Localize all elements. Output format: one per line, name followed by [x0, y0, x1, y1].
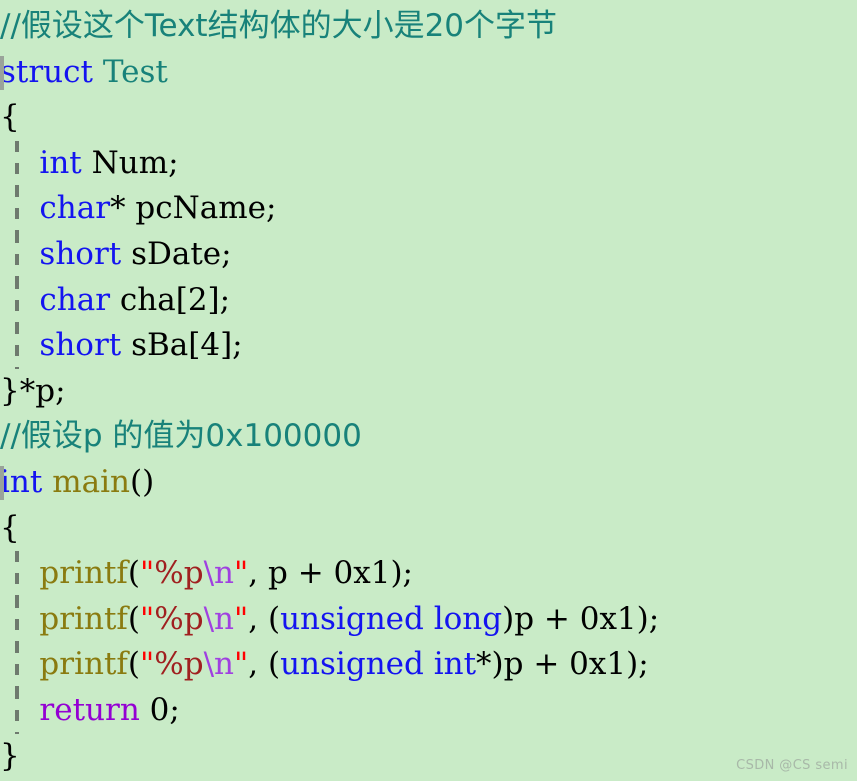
- code-token: {: [0, 99, 20, 136]
- code-token: ": [140, 600, 155, 637]
- code-line[interactable]: char* pcName;: [0, 186, 857, 232]
- code-token: printf: [39, 646, 128, 683]
- code-token: , (: [248, 600, 281, 637]
- code-token: short: [39, 235, 122, 272]
- code-token: short: [39, 327, 122, 364]
- code-token: unsigned long: [280, 600, 503, 637]
- code-line[interactable]: int Num;: [0, 140, 857, 187]
- code-fold-bar-icon[interactable]: [0, 465, 4, 500]
- code-token: (: [127, 646, 141, 683]
- code-token: struct: [0, 53, 93, 90]
- code-line[interactable]: printf("%p\n", (unsigned int*)p + 0x1);: [0, 642, 857, 688]
- code-line[interactable]: {: [0, 506, 857, 552]
- code-token: char: [39, 281, 111, 318]
- code-token: sDate;: [121, 235, 232, 272]
- code-line[interactable]: {: [0, 95, 857, 141]
- code-token: %p: [154, 600, 204, 637]
- code-token: //假设p 的值为0x100000: [0, 418, 362, 455]
- code-token: , (: [248, 646, 281, 683]
- code-line[interactable]: return 0;: [0, 687, 857, 734]
- code-token: )p + 0x1);: [502, 600, 660, 637]
- code-token: int: [0, 463, 43, 500]
- code-token: \n: [203, 600, 235, 637]
- code-line[interactable]: int main(): [0, 460, 857, 506]
- code-token: (): [129, 463, 155, 500]
- code-listing[interactable]: //假设这个Text结构体的大小是20个字节 struct Test{ int N…: [0, 0, 857, 781]
- code-token: \n: [203, 555, 235, 592]
- code-token: return: [39, 691, 140, 728]
- code-line[interactable]: }*p;: [0, 369, 857, 415]
- indent-guide-icon: [15, 231, 19, 278]
- code-line[interactable]: }: [0, 734, 857, 780]
- code-token: }: [0, 737, 20, 774]
- indent-guide-icon: [15, 687, 19, 734]
- code-line[interactable]: short sDate;: [0, 231, 857, 278]
- code-token: unsigned int: [280, 646, 477, 683]
- code-line[interactable]: printf("%p\n", p + 0x1);: [0, 551, 857, 597]
- code-token: (: [127, 600, 141, 637]
- code-line[interactable]: //假设这个Text结构体的大小是20个字节: [0, 4, 857, 50]
- code-token: ": [234, 555, 249, 592]
- code-token: (: [127, 555, 141, 592]
- code-token: {: [0, 509, 20, 546]
- code-token: Test: [102, 53, 168, 90]
- code-token: char: [39, 190, 111, 227]
- code-token: cha[2];: [110, 281, 231, 318]
- code-token: ": [234, 646, 249, 683]
- indent-guide-icon: [15, 642, 19, 688]
- code-token: sBa[4];: [121, 327, 243, 364]
- code-token: //假设这个Text结构体的大小是20个字节: [0, 8, 558, 44]
- code-token: printf: [39, 555, 128, 592]
- code-fold-bar-icon[interactable]: [0, 55, 4, 90]
- code-token: int: [39, 144, 82, 181]
- code-line[interactable]: char cha[2];: [0, 277, 857, 324]
- code-line[interactable]: short sBa[4];: [0, 323, 857, 369]
- code-token: main: [52, 463, 130, 500]
- indent-guide-icon: [15, 596, 19, 643]
- code-token: ": [140, 555, 155, 592]
- code-token: 0;: [139, 691, 180, 728]
- code-token: %p: [154, 555, 204, 592]
- code-token: ": [234, 600, 249, 637]
- indent-guide-icon: [15, 551, 19, 597]
- code-token: * pcName;: [110, 190, 277, 227]
- code-token: %p: [154, 646, 204, 683]
- code-line[interactable]: struct Test: [0, 50, 857, 96]
- code-token: }*p;: [0, 372, 66, 409]
- code-lines-container: //假设这个Text结构体的大小是20个字节 struct Test{ int N…: [0, 4, 857, 779]
- code-token: *)p + 0x1);: [476, 646, 649, 683]
- indent-guide-icon: [15, 186, 19, 232]
- code-line[interactable]: printf("%p\n", (unsigned long)p + 0x1);: [0, 596, 857, 643]
- code-token: ": [140, 646, 155, 683]
- indent-guide-icon: [15, 277, 19, 324]
- code-token: , p + 0x1);: [248, 555, 413, 592]
- indent-guide-icon: [15, 323, 19, 369]
- code-token: \n: [203, 646, 235, 683]
- code-line[interactable]: //假设p 的值为0x100000: [0, 414, 857, 460]
- indent-guide-icon: [15, 140, 19, 187]
- code-token: printf: [39, 600, 128, 637]
- csdn-watermark: CSDN @CS semi: [736, 758, 848, 773]
- code-token: Num;: [81, 144, 179, 181]
